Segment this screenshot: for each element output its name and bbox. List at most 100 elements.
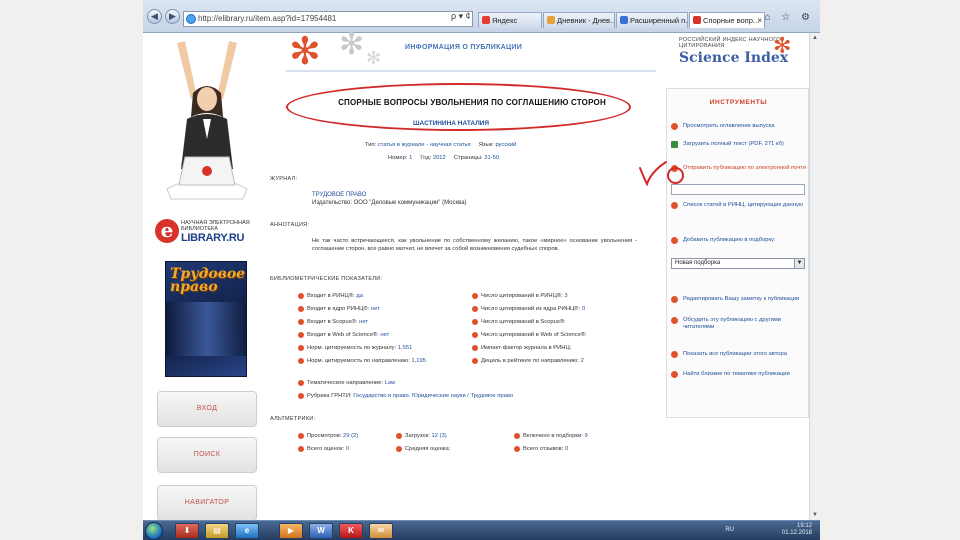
chevron-down-icon: ▼ — [794, 259, 804, 268]
download-fulltext-link[interactable]: Загрузить полный текст (PDF, 271 кб) — [671, 141, 807, 148]
tab-label: Спорные вопр... — [703, 16, 760, 25]
media-player-icon[interactable]: ▶ — [279, 523, 303, 539]
type-row: Тип: статья в журнале - научная статья Я… — [365, 142, 517, 148]
tab-label: Расширенный п... — [630, 16, 688, 25]
altmetric-item[interactable]: Включено в подборки: 9 — [514, 433, 588, 439]
diary-icon — [547, 16, 555, 24]
rubric-link[interactable]: Государство и право. Юридические науки /… — [353, 393, 513, 399]
author-publications-link[interactable]: Показать все публикации этого автора — [671, 351, 807, 358]
forward-button[interactable]: ▶ — [165, 9, 180, 24]
address-controls[interactable]: ρ ▾ ¢ — [451, 11, 471, 22]
tab-yandex[interactable]: Яндекс — [478, 12, 542, 28]
view-contents-link[interactable]: Просмотреть оглавление выпуска — [671, 123, 807, 130]
tools-title: ИНСТРУМЕНТЫ — [709, 99, 768, 106]
year-value: 2012 — [432, 155, 446, 161]
metric-item[interactable]: Число цитирований в Web of Science®: — [472, 332, 587, 338]
citing-articles-link[interactable]: Список статей в РИНЦ, цитирующих данную — [671, 202, 807, 209]
similar-publications-link[interactable]: Найти близкие по тематике публикации — [671, 371, 807, 378]
metric-item[interactable]: Норм. цитируемость по журналу: 1,551 — [298, 345, 412, 351]
email-input[interactable] — [671, 184, 805, 195]
collection-select-value: Новая подборка — [675, 260, 721, 266]
download-icon[interactable]: ⬇ — [175, 523, 199, 539]
elibrary-tagline: НАУЧНАЯ ЭЛЕКТРОННАЯ БИБЛИОТЕКА — [181, 220, 250, 232]
search-icon — [620, 16, 628, 24]
edit-note-link[interactable]: Редактировать Вашу заметку к публикации — [671, 296, 807, 303]
add-to-collection-link[interactable]: Добавить публикацию в подборку: — [671, 237, 807, 244]
author-link[interactable]: ШАСТИНИНА НАТАЛИЯ — [413, 120, 489, 127]
tab-diary[interactable]: Дневник - Днев... — [543, 12, 615, 28]
journal-cover[interactable]: Трудовое право — [165, 261, 247, 377]
folder-icon[interactable]: ▤ — [205, 523, 229, 539]
journal-heading: ЖУРНАЛ: — [270, 176, 298, 182]
forward-icon: ▶ — [169, 11, 176, 21]
altmetric-item: Загрузок: 12 (3) — [396, 433, 447, 439]
altmetric-item: Всего оценок: 0 — [298, 446, 349, 452]
metric-item[interactable]: Норм. цитируемость по направлению: 1,195 — [298, 358, 426, 364]
asterisk-icon: ✻ — [366, 48, 382, 69]
metric-item[interactable]: Входит в Web of Science®: нет — [298, 332, 389, 338]
publication-title: СПОРНЫЕ ВОПРОСЫ УВОЛЬНЕНИЯ ПО СОГЛАШЕНИЮ… — [338, 98, 606, 107]
journal-link[interactable]: ТРУДОВОЕ ПРАВО — [312, 192, 366, 198]
address-bar[interactable]: http://elibrary.ru/item.asp?id=17954481 — [183, 11, 473, 27]
login-button[interactable]: ВХОД — [157, 391, 257, 427]
navigator-button[interactable]: НАВИГАТОР — [157, 485, 257, 521]
address-text: http://elibrary.ru/item.asp?id=17954481 — [198, 14, 337, 23]
elibrary-name: LIBRARY.RU — [181, 232, 245, 244]
altmetric-item: Средняя оценка: — [396, 446, 450, 452]
abstract-text: Не так часто встречающееся, как увольнен… — [312, 238, 637, 252]
metric-item[interactable]: Число цитирований в Scopus®: — [472, 319, 566, 325]
metric-item[interactable]: Входит в РИНЦ®: да — [298, 293, 363, 299]
browser-tool-icons[interactable]: ⌂ ☆ ⚙ — [764, 12, 814, 23]
tab-label: Яндекс — [492, 16, 518, 25]
altmetrics-heading: АЛЬТМЕТРИКИ: — [270, 416, 316, 422]
ie-taskbar-icon[interactable]: e — [235, 523, 259, 539]
vertical-scrollbar[interactable]: ▲ ▼ — [809, 33, 820, 520]
tab-advanced-search[interactable]: Расширенный п... — [616, 12, 688, 28]
handwritten-checkmark — [639, 161, 667, 186]
metric-item[interactable]: Импакт-фактор журнала в РИНЦ: — [472, 345, 571, 351]
start-button[interactable] — [145, 522, 163, 540]
asterisk-icon: ✻ — [289, 29, 321, 73]
language-value: русский — [495, 142, 517, 148]
number-value: 1 — [409, 155, 413, 161]
mascot-illustration — [166, 41, 248, 200]
language-indicator[interactable]: RU — [725, 527, 734, 533]
thematic-direction: Тематическое направление: Law — [298, 380, 395, 386]
browser-toolbar: ◀ ▶ http://elibrary.ru/item.asp?id=17954… — [143, 0, 820, 33]
kaspersky-icon[interactable]: K — [339, 523, 363, 539]
search-button[interactable]: ПОИСК — [157, 437, 257, 473]
tab-label: Дневник - Днев... — [557, 16, 615, 25]
publisher: Издательство: ООО "Деловые коммуникации"… — [312, 200, 467, 206]
screen: ◀ ▶ http://elibrary.ru/item.asp?id=17954… — [143, 0, 820, 540]
metric-item[interactable]: Входит в ядро РИНЦ®: нет — [298, 306, 380, 312]
system-clock[interactable]: 19:12 01.12.2018 — [782, 523, 812, 537]
publication-info: СПОРНЫЕ ВОПРОСЫ УВОЛЬНЕНИЯ ПО СОГЛАШЕНИЮ… — [268, 80, 663, 520]
close-icon[interactable]: × — [757, 13, 762, 28]
metric-item[interactable]: Дециль в рейтинге по направлению: 2 — [472, 358, 584, 364]
scroll-up-icon[interactable]: ▲ — [810, 33, 820, 43]
metric-item[interactable]: Число цитирований из ядра РИНЦ®: 0 — [472, 306, 585, 312]
left-sidebar: e НАУЧНАЯ ЭЛЕКТРОННАЯ БИБЛИОТЕКА LIBRARY… — [143, 33, 268, 521]
type-value: статья в журнале - научная статья — [377, 142, 471, 148]
metric-item[interactable]: Число цитирований в РИНЦ®: 3 — [472, 293, 568, 299]
windows-taskbar: ⬇ ▤ e ▶ W K ✉ RU 19:12 01.12.2018 — [143, 520, 820, 540]
back-button[interactable]: ◀ — [147, 9, 162, 24]
page-title: ИНФОРМАЦИЯ О ПУБЛИКАЦИИ — [405, 44, 523, 51]
email-publication-link[interactable]: Отправить публикацию по электронной почт… — [671, 165, 807, 172]
word-icon[interactable]: W — [309, 523, 333, 539]
elibrary-logo[interactable]: e НАУЧНАЯ ЭЛЕКТРОННАЯ БИБЛИОТЕКА LIBRARY… — [155, 219, 259, 245]
rubric: Рубрика ГРНТИ: Государство и право. Юрид… — [298, 393, 513, 399]
asterisk-icon: ✻ — [339, 27, 365, 62]
scroll-down-icon[interactable]: ▼ — [810, 510, 820, 520]
discuss-link[interactable]: Обсудить эту публикацию с другими читате… — [671, 317, 807, 331]
altmetric-item: Всего отзывов: 0 — [514, 446, 568, 452]
mail-icon[interactable]: ✉ — [369, 523, 393, 539]
collection-select[interactable]: Новая подборка ▼ — [671, 258, 805, 269]
elibrary-icon — [693, 16, 701, 24]
issue-row: Номер: 1 Год: 2012 Страницы: 31-50 — [388, 155, 500, 161]
metric-item[interactable]: Входит в Scopus®: нет — [298, 319, 368, 325]
pages-value: 31-50 — [484, 155, 500, 161]
asterisk-icon: ✻ — [773, 34, 792, 59]
tab-publication[interactable]: Спорные вопр... × — [689, 12, 765, 28]
tools-panel: ИНСТРУМЕНТЫ Просмотреть оглавление выпус… — [666, 88, 809, 418]
